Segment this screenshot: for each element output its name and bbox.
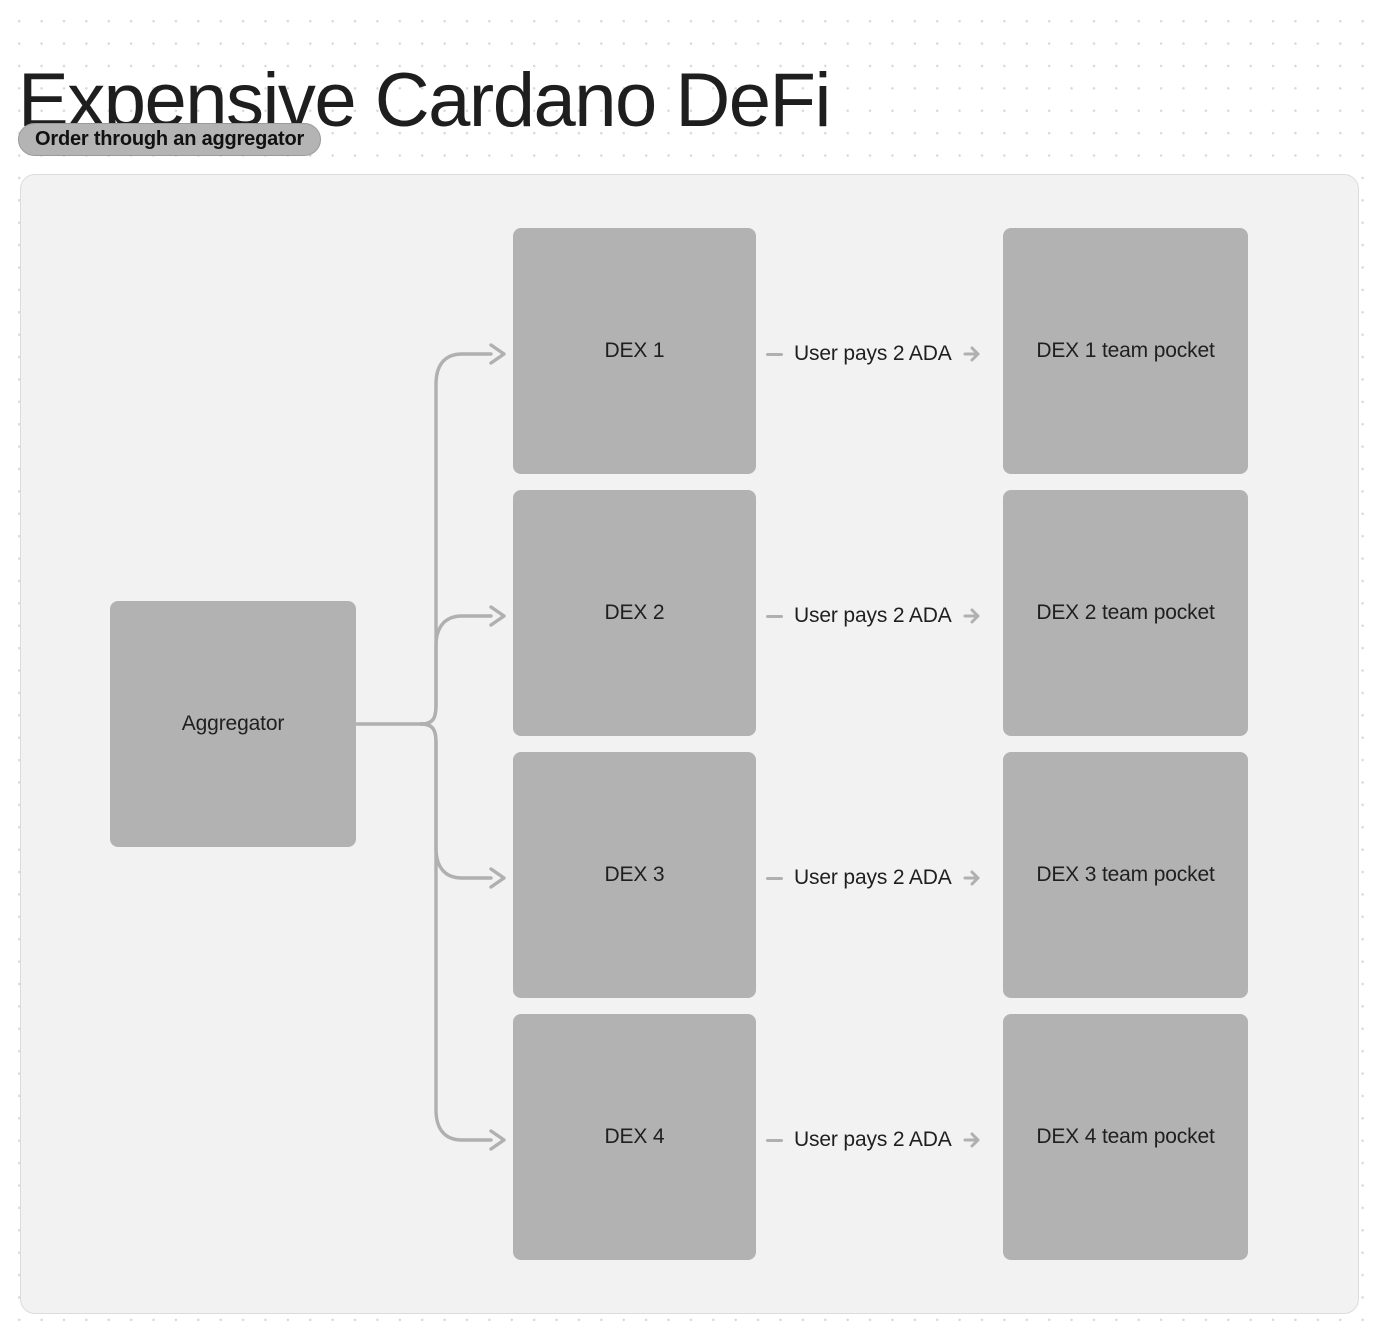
node-label: DEX 2 team pocket bbox=[1036, 601, 1215, 624]
arrowhead-dex2 bbox=[489, 605, 506, 627]
node-pocket-3[interactable]: DEX 3 team pocket bbox=[1003, 752, 1248, 998]
edge-label-text: User pays 2 ADA bbox=[794, 866, 952, 889]
edge-aggregator-dex3 bbox=[419, 722, 493, 880]
page-background: Expensive Cardano DeFi Order through an … bbox=[0, 0, 1382, 1334]
edge-label-dex-4: User pays 2 ADA bbox=[766, 1128, 983, 1152]
edge-label-text: User pays 2 ADA bbox=[794, 342, 952, 365]
edge-label-text: User pays 2 ADA bbox=[794, 1128, 952, 1151]
edge-aggregator-dex4 bbox=[419, 722, 493, 1142]
edge-stub-icon bbox=[766, 876, 783, 880]
node-label: DEX 1 team pocket bbox=[1036, 339, 1215, 362]
node-label: DEX 4 bbox=[604, 1125, 665, 1148]
node-pocket-2[interactable]: DEX 2 team pocket bbox=[1003, 490, 1248, 736]
edge-label-dex-1: User pays 2 ADA bbox=[766, 342, 983, 366]
node-pocket-4[interactable]: DEX 4 team pocket bbox=[1003, 1014, 1248, 1260]
edge-stub-icon bbox=[766, 352, 783, 356]
node-dex-4[interactable]: DEX 4 bbox=[513, 1014, 756, 1260]
arrowhead-dex3 bbox=[489, 867, 506, 889]
node-label: Aggregator bbox=[181, 712, 285, 735]
node-dex-3[interactable]: DEX 3 bbox=[513, 752, 756, 998]
arrow-right-icon bbox=[961, 867, 983, 889]
node-label: DEX 4 team pocket bbox=[1036, 1125, 1215, 1148]
node-label: DEX 2 bbox=[604, 601, 665, 624]
edge-label-text: User pays 2 ADA bbox=[794, 604, 952, 627]
arrowhead-dex4 bbox=[489, 1129, 506, 1151]
node-dex-2[interactable]: DEX 2 bbox=[513, 490, 756, 736]
arrow-right-icon bbox=[961, 343, 983, 365]
node-aggregator[interactable]: Aggregator bbox=[110, 601, 356, 847]
edge-label-dex-3: User pays 2 ADA bbox=[766, 866, 983, 890]
arrow-right-icon bbox=[961, 605, 983, 627]
node-label: DEX 3 bbox=[604, 863, 665, 886]
edge-aggregator-dex2 bbox=[419, 614, 493, 726]
arrow-right-icon bbox=[961, 1129, 983, 1151]
arrowhead-dex1 bbox=[489, 343, 506, 365]
node-label: DEX 1 bbox=[604, 339, 665, 362]
diagram-canvas[interactable]: Aggregator DEX 1 User pays 2 ADA DEX 1 t… bbox=[20, 174, 1359, 1314]
node-pocket-1[interactable]: DEX 1 team pocket bbox=[1003, 228, 1248, 474]
edge-label-dex-2: User pays 2 ADA bbox=[766, 604, 983, 628]
edge-stub-icon bbox=[766, 614, 783, 618]
edge-stub-icon bbox=[766, 1138, 783, 1142]
subtitle-badge: Order through an aggregator bbox=[18, 123, 322, 156]
edge-aggregator-dex1 bbox=[419, 352, 493, 726]
node-dex-1[interactable]: DEX 1 bbox=[513, 228, 756, 474]
node-label: DEX 3 team pocket bbox=[1036, 863, 1215, 886]
